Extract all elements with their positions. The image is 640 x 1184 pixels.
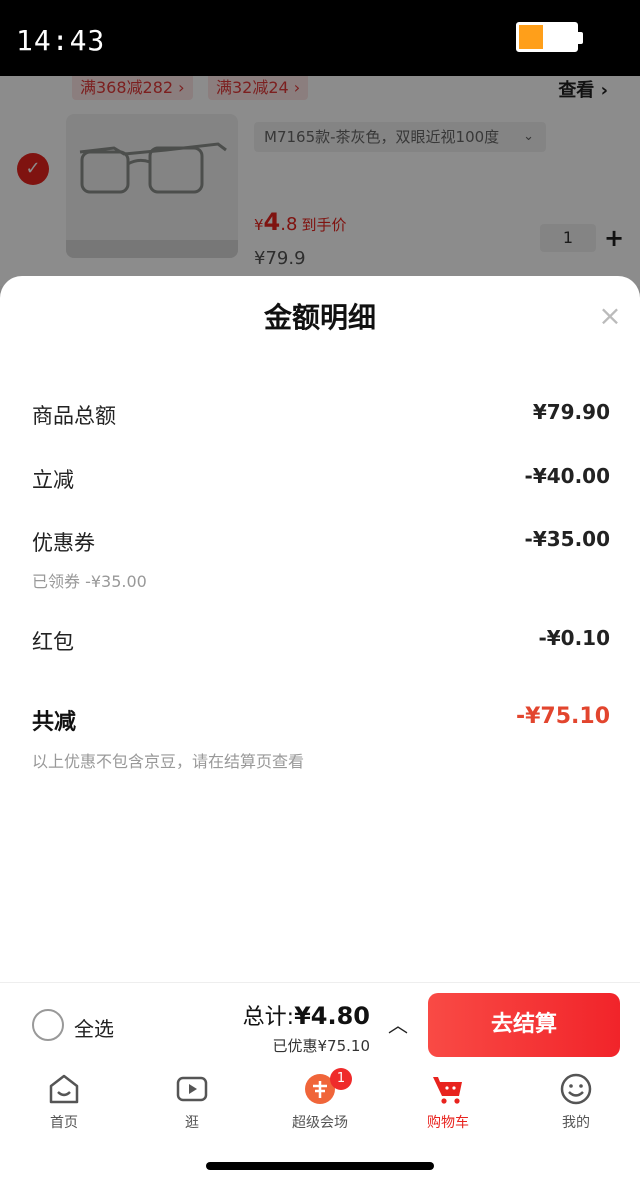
tab-label: 购物车 <box>427 1115 469 1131</box>
video-play-icon <box>176 1076 208 1102</box>
row-label: 优惠券 <box>32 531 95 555</box>
row-label: 立减 <box>32 468 74 492</box>
tab-cart[interactable]: 购物车 <box>384 1072 512 1132</box>
discount-note: 以上优惠不包含京豆，请在结算页查看 <box>32 752 305 771</box>
dim-overlay[interactable] <box>0 76 640 286</box>
select-all-radio[interactable] <box>32 1009 64 1041</box>
battery-icon <box>516 22 583 52</box>
saved-amount: 已优惠¥75.10 <box>272 1037 371 1055</box>
tab-profile[interactable]: 我的 <box>512 1072 640 1132</box>
tab-browse[interactable]: 逛 <box>128 1072 256 1132</box>
row-label: 红包 <box>32 630 74 654</box>
home-indicator <box>206 1162 434 1170</box>
row-label: 商品总额 <box>32 404 116 428</box>
coupon-sub-note: 已领券 -¥35.00 <box>32 572 147 591</box>
status-time: 14:43 <box>16 24 106 57</box>
tab-label: 超级会场 <box>292 1115 348 1131</box>
total-prefix: 总计: <box>242 1005 295 1030</box>
tab-badge: 1 <box>330 1068 352 1090</box>
status-bar: 14:43 <box>0 0 640 76</box>
row-value: ¥79.90 <box>532 400 610 424</box>
amount-detail-sheet: 金额明细 × 商品总额 ¥79.90 立减 -¥40.00 优惠券 -¥35.0… <box>0 276 640 982</box>
home-icon <box>49 1074 79 1104</box>
checkout-button[interactable]: 去结算 <box>428 993 620 1057</box>
total-line: 总计:¥4.80 <box>243 999 370 1031</box>
sheet-title: 金额明细 <box>263 301 376 334</box>
close-icon[interactable]: × <box>596 302 624 330</box>
row-value: -¥40.00 <box>524 464 610 488</box>
tab-label: 我的 <box>562 1115 590 1131</box>
chevron-up-icon[interactable]: ︿ <box>388 1009 408 1038</box>
select-all-label[interactable]: 全选 <box>74 1013 114 1042</box>
tab-label: 逛 <box>185 1115 199 1131</box>
row-value: -¥35.00 <box>524 527 610 551</box>
total-label: 共减 <box>32 710 77 735</box>
tab-home[interactable]: 首页 <box>0 1072 128 1132</box>
total-amount: ¥4.80 <box>294 1002 370 1030</box>
row-value: -¥0.10 <box>538 626 610 650</box>
tab-super-venue[interactable]: 1 超级会场 <box>256 1068 384 1132</box>
smiley-icon <box>560 1073 592 1105</box>
total-value: -¥75.10 <box>515 704 610 729</box>
cart-icon <box>433 1077 462 1104</box>
checkout-bar: 全选 总计:¥4.80 已优惠¥75.10 ︿ 去结算 <box>0 982 640 1066</box>
tab-label: 首页 <box>50 1115 78 1131</box>
